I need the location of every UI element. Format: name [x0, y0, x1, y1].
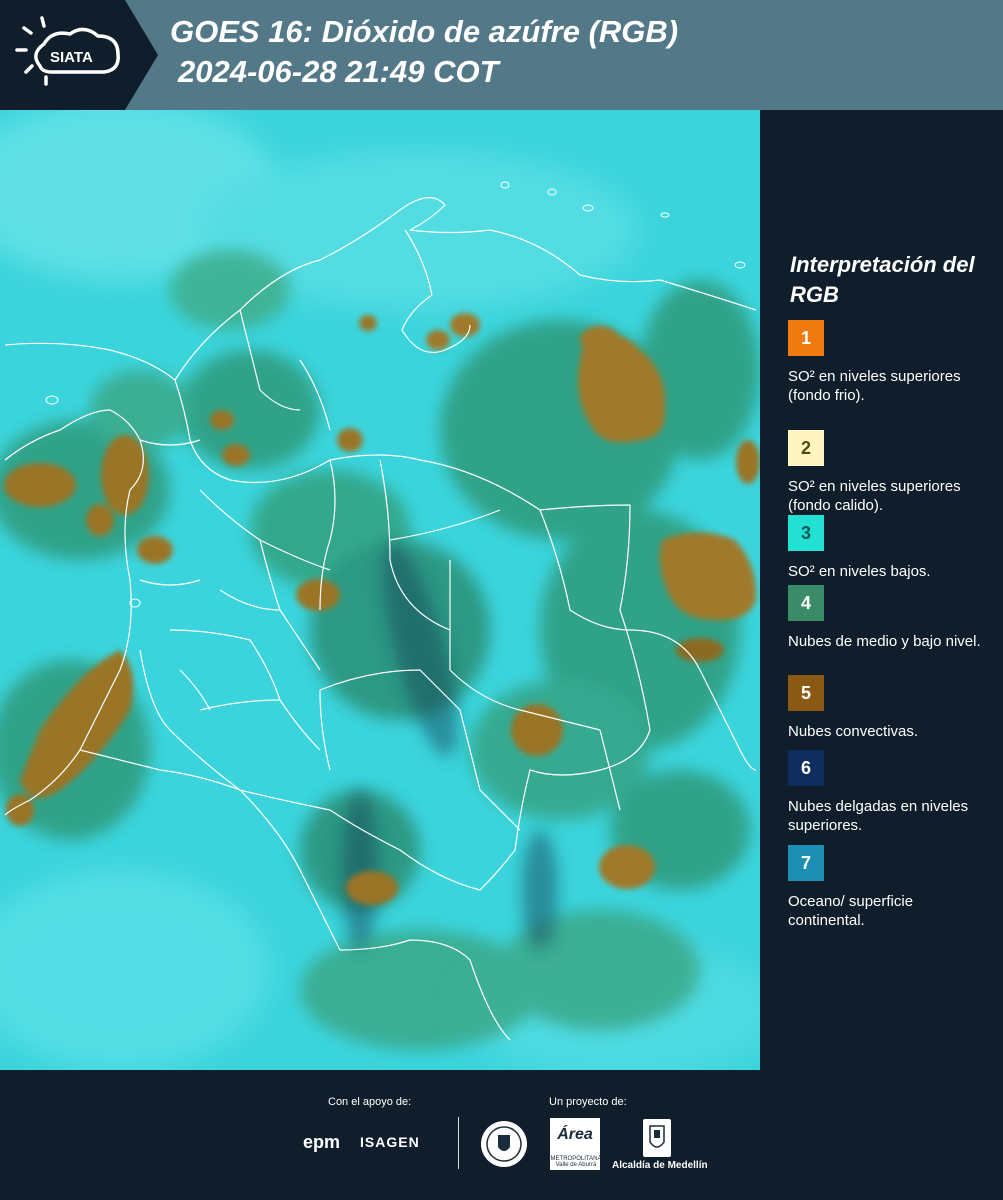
- epm-logo: epm: [303, 1132, 341, 1152]
- alcaldia-shield-icon: [643, 1119, 671, 1157]
- legend-swatch: 1: [788, 320, 824, 356]
- legend-item-7: 7 Oceano/ superficie continental.: [788, 845, 988, 930]
- timestamp: 2024-06-28 21:49 COT: [178, 54, 499, 89]
- project-label: Un proyecto de:: [549, 1096, 627, 1108]
- legend-label: Nubes convectivas.: [788, 723, 919, 740]
- legend-item-4: 4 Nubes de medio y bajo nivel.: [788, 585, 988, 651]
- legend-item-3: 3 SO² en niveles bajos.: [788, 515, 988, 581]
- legend-swatch: 6: [788, 750, 824, 786]
- legend-label: Oceano/ superficie continental.: [788, 893, 914, 929]
- legend-item-1: 1 SO² en niveles superiores (fondo frio).: [788, 320, 988, 405]
- legend-item-2: 2 SO² en niveles superiores (fondo calido…: [788, 430, 988, 515]
- page-title: GOES 16: Dióxido de azúfre (RGB): [170, 14, 679, 49]
- legend-item-6: 6 Nubes delgadas en niveles superiores.: [788, 750, 988, 835]
- siata-logo: SIATA: [0, 0, 160, 110]
- legend-label: Nubes delgadas en niveles superiores.: [788, 798, 969, 834]
- isagen-logo: ISAGEN: [360, 1134, 420, 1150]
- alcaldia-label: Alcaldía de Medellín: [612, 1160, 708, 1171]
- support-label: Con el apoyo de:: [328, 1096, 412, 1108]
- rgb-legend: Interpretación del RGB 1 SO² en niveles s…: [760, 110, 1003, 1070]
- legend-swatch: 4: [788, 585, 824, 621]
- satellite-map[interactable]: [0, 110, 760, 1070]
- legend-label: Nubes de medio y bajo nivel.: [788, 633, 981, 650]
- legend-swatch: 5: [788, 675, 824, 711]
- siata-logo-text: SIATA: [50, 49, 93, 66]
- legend-title: Interpretación del RGB: [790, 252, 975, 307]
- legend-swatch: 7: [788, 845, 824, 881]
- legend-label: SO² en niveles superiores (fondo frio).: [788, 368, 961, 404]
- footer-divider: [458, 1117, 459, 1169]
- medellin-seal-icon: [481, 1121, 527, 1167]
- legend-swatch: 3: [788, 515, 824, 551]
- area-metropolitana-subtitle: METROPOLITANA Valle de Aburrá: [550, 1156, 602, 1168]
- legend-label: SO² en niveles superiores (fondo calido)…: [788, 478, 961, 514]
- footer: Con el apoyo de: Un proyecto de: epm ISA…: [0, 1070, 1003, 1200]
- legend-swatch: 2: [788, 430, 824, 466]
- header: SIATA GOES 16: Dióxido de azúfre (RGB) 2…: [0, 0, 1003, 110]
- legend-label: SO² en niveles bajos.: [788, 563, 931, 580]
- legend-item-5: 5 Nubes convectivas.: [788, 675, 988, 741]
